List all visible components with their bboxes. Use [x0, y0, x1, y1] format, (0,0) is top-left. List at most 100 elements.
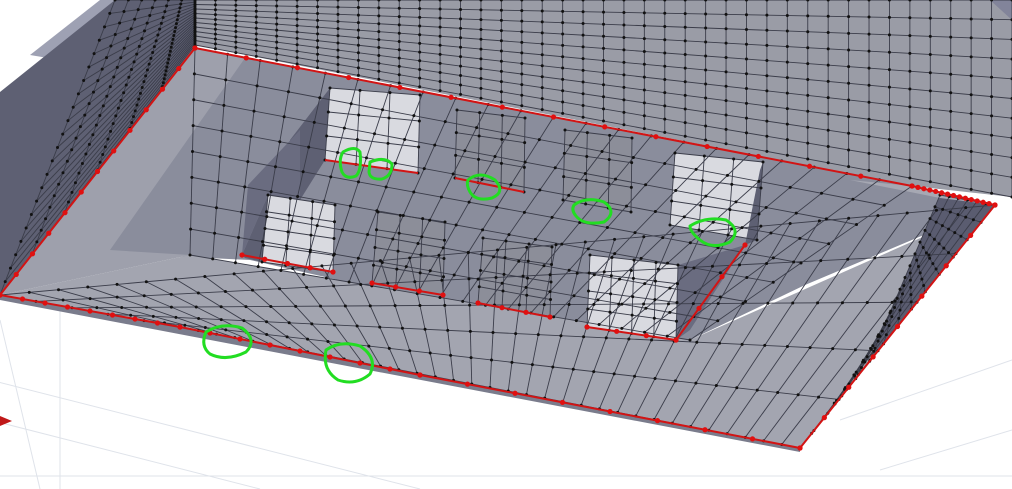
mesh-node — [826, 31, 830, 35]
mesh-node — [949, 184, 953, 188]
mesh-node — [947, 227, 951, 231]
boundary-node — [653, 134, 659, 140]
mesh-node — [377, 46, 381, 50]
mesh-node — [398, 213, 402, 217]
mesh-node — [254, 4, 258, 8]
mesh-node — [218, 155, 222, 159]
mesh-node — [761, 160, 765, 164]
mesh-node — [113, 33, 117, 37]
mesh-node — [161, 16, 165, 19]
mesh-node — [101, 104, 105, 108]
mesh-node — [867, 66, 871, 70]
mesh-node — [250, 288, 254, 292]
mesh-node — [908, 69, 912, 73]
3d-viewport[interactable] — [0, 0, 1012, 489]
mesh-node — [840, 301, 844, 305]
mesh-node — [397, 81, 401, 85]
mesh-node — [629, 185, 633, 189]
mesh-node — [366, 233, 370, 237]
mesh-node — [551, 365, 555, 369]
mesh-node — [908, 271, 912, 275]
mesh-node — [44, 217, 48, 221]
mesh-node — [316, 32, 320, 36]
mesh-node — [179, 2, 183, 6]
mesh-node — [243, 185, 247, 189]
mesh-node — [149, 56, 153, 60]
mesh-node — [890, 300, 894, 304]
mesh-node — [481, 228, 485, 232]
boundary-node — [239, 252, 245, 258]
mesh-node — [147, 62, 151, 66]
mesh-node — [625, 204, 629, 208]
mesh-node — [855, 223, 858, 226]
mesh-node — [336, 12, 340, 16]
mesh-node — [320, 264, 324, 268]
mesh-node — [234, 45, 238, 49]
mesh-node — [900, 254, 904, 258]
mesh-node — [744, 131, 748, 135]
mesh-node — [240, 210, 244, 214]
mesh-node — [106, 137, 110, 141]
mesh-node — [475, 126, 479, 130]
mesh-node — [574, 319, 578, 323]
mesh-node — [433, 143, 437, 147]
mesh-node — [348, 204, 352, 208]
mesh-node — [287, 213, 291, 217]
boundary-node — [346, 74, 352, 81]
mesh-node — [364, 156, 368, 160]
mesh-node — [806, 93, 810, 97]
mesh-node — [418, 76, 422, 80]
mesh-node — [928, 53, 932, 57]
mesh-node — [899, 300, 903, 304]
boundary-node — [159, 86, 166, 92]
mesh-node — [479, 77, 483, 81]
mesh-node — [359, 283, 363, 287]
mesh-node — [744, 28, 748, 32]
mesh-node — [275, 34, 279, 38]
mesh-node — [129, 313, 133, 317]
mesh-node — [275, 4, 279, 8]
mesh-node — [343, 304, 347, 308]
mesh-node — [381, 108, 385, 112]
mesh-node — [675, 301, 679, 304]
boundary-node — [284, 260, 291, 267]
boundary-node — [742, 242, 748, 248]
mesh-node — [129, 68, 133, 72]
mesh-node — [356, 21, 360, 25]
mesh-node — [867, 117, 871, 121]
mesh-node — [438, 25, 442, 29]
mesh-node — [520, 72, 524, 76]
mesh-node — [605, 226, 609, 230]
mesh-node — [219, 318, 223, 322]
mesh-node — [397, 64, 401, 68]
boundary-node — [42, 300, 48, 306]
mesh-node — [831, 347, 835, 351]
mesh-node — [949, 165, 953, 169]
mesh-node — [542, 264, 546, 268]
mesh-node — [48, 205, 52, 209]
mesh-node — [140, 86, 144, 89]
mesh-node — [479, 96, 483, 100]
mesh-node — [397, 40, 401, 43]
mesh-node — [463, 149, 467, 153]
mesh-node — [785, 29, 789, 33]
mesh-node — [443, 238, 446, 242]
mesh-node — [437, 253, 441, 257]
mesh-node — [324, 276, 328, 280]
mesh-node — [397, 15, 401, 19]
mesh-node — [666, 302, 670, 306]
mesh-node — [244, 305, 248, 309]
mesh-node — [412, 190, 416, 194]
mesh-node — [969, 187, 973, 191]
mesh-node — [459, 92, 463, 96]
mesh-node — [526, 276, 529, 280]
mesh-node — [103, 145, 107, 149]
mesh-node — [136, 8, 140, 12]
mesh-node — [332, 237, 336, 240]
mesh-node — [295, 30, 299, 34]
mesh-node — [377, 38, 381, 42]
mesh-node — [791, 301, 795, 305]
boundary-node — [109, 312, 116, 318]
mesh-node — [597, 323, 601, 327]
mesh-node — [683, 93, 687, 97]
